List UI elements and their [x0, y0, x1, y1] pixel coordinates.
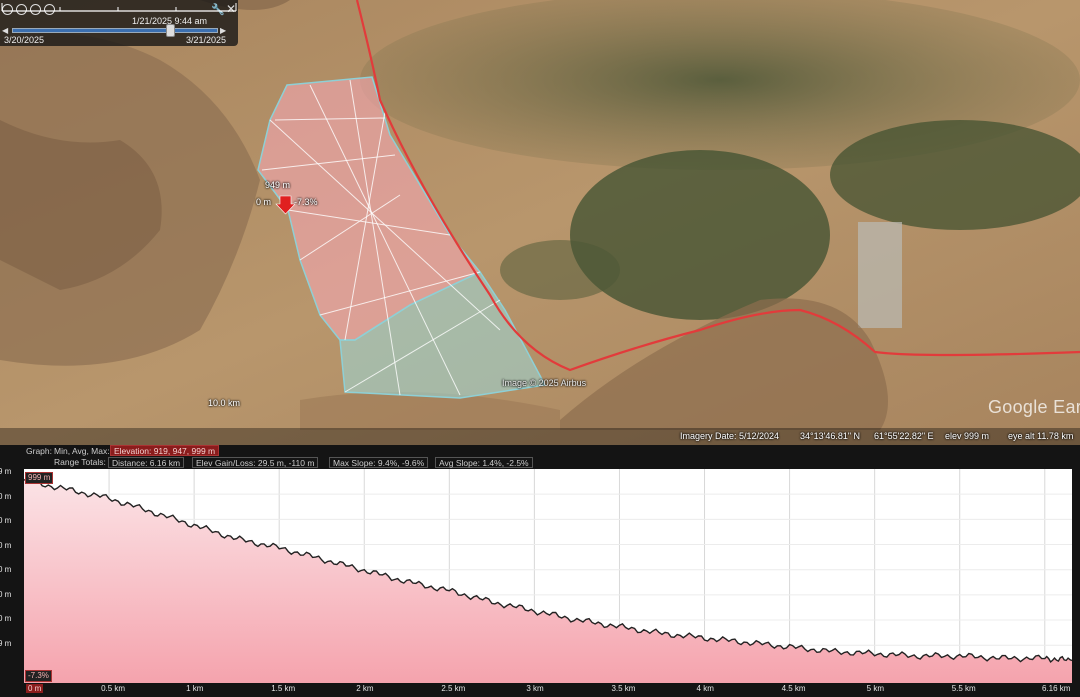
slider-left-arrow[interactable]: ◀	[2, 26, 8, 35]
x-tick-label: 5.5 km	[951, 684, 976, 693]
x-tick-label: 1.5 km	[271, 684, 296, 693]
slider-right-arrow[interactable]: ▶	[220, 26, 226, 35]
x-tick-label: 5 km	[866, 684, 884, 693]
cursor-slope-label: -7.3%	[25, 670, 52, 682]
y-tick-label: 0 m	[0, 589, 12, 599]
y-tick-label: 9 m	[0, 467, 12, 476]
latitude-readout: 34°13'46.81" N	[800, 431, 861, 441]
placemark-slope-label: -7.3%	[294, 197, 318, 207]
cursor-elevation-label: 999 m	[25, 472, 54, 484]
x-tick-label: 4.5 km	[781, 684, 806, 693]
google-earth-window: 🔧 ✕ 1/21/2025 9:44 am ◀ ▶ 3/20/2025 3/21…	[0, 0, 1080, 697]
x-tick-label: 2.5 km	[441, 684, 466, 693]
status-bar: Imagery Date: 5/12/2024 34°13'46.81" N 6…	[0, 428, 1080, 445]
y-tick-label: 0 m	[0, 614, 12, 623]
time-slider-track[interactable]	[12, 28, 218, 33]
map-view[interactable]: 🔧 ✕ 1/21/2025 9:44 am ◀ ▶ 3/20/2025 3/21…	[0, 0, 1080, 445]
range-totals-label: Range Totals:	[54, 457, 106, 467]
y-tick-label: 0 m	[0, 565, 12, 574]
distance-stat[interactable]: Distance: 6.16 km	[108, 457, 185, 468]
x-tick-label: 0 m	[26, 684, 44, 693]
imagery-date: Imagery Date: 5/12/2024	[680, 431, 780, 441]
image-credit: Image © 2025 Airbus	[502, 378, 587, 388]
x-tick-label: 3 km	[526, 684, 544, 693]
elevation-area	[24, 478, 1072, 683]
y-tick-label: 0 m	[0, 516, 12, 525]
time-slider-thumb[interactable]	[166, 24, 175, 37]
profile-header: Graph: Min, Avg, Max: Elevation: 919, 94…	[0, 445, 1080, 469]
elevation-profile-panel[interactable]: Graph: Min, Avg, Max: Elevation: 919, 94…	[0, 445, 1080, 697]
elev-gain-loss-stat[interactable]: Elev Gain/Loss: 29.5 m, -110 m	[192, 457, 319, 468]
x-tick-label: 6.16 km	[1042, 684, 1071, 693]
elevation-readout: elev 999 m	[945, 431, 990, 441]
x-tick-label: 3.5 km	[611, 684, 636, 693]
y-tick-label: 0 m	[0, 491, 12, 501]
y-tick-label: 9 m	[0, 638, 12, 648]
scale-bar	[1, 3, 237, 12]
scale-label: 10.0 km	[208, 398, 241, 408]
graph-label: Graph:	[26, 446, 52, 456]
placemark-distance-label: 0 m	[256, 197, 272, 207]
elevation-chart[interactable]	[24, 469, 1072, 683]
x-tick-label: 4 km	[696, 684, 714, 693]
x-tick-label: 2 km	[356, 684, 374, 693]
placemark-elevation-label: 949 m	[265, 180, 291, 190]
end-date-label: 3/21/2025	[186, 35, 227, 45]
longitude-readout: 61°55'22.82" E	[874, 431, 934, 441]
google-earth-logo: Google Earth	[988, 397, 1080, 417]
x-tick-label: 1 km	[186, 684, 204, 693]
max-slope-stat[interactable]: Max Slope: 9.4%, -9.6%	[329, 457, 429, 468]
x-tick-label: 0.5 km	[101, 684, 126, 693]
eye-altitude-readout: eye alt 11.78 km	[1008, 431, 1074, 441]
min-avg-max-label: Min, Avg, Max:	[54, 446, 110, 456]
y-tick-label: 0 m	[0, 540, 12, 550]
avg-slope-stat[interactable]: Avg Slope: 1.4%, -2.5%	[435, 457, 533, 468]
start-date-label: 3/20/2025	[4, 35, 45, 45]
elevation-stats[interactable]: Elevation: 919, 947, 999 m	[110, 445, 220, 456]
